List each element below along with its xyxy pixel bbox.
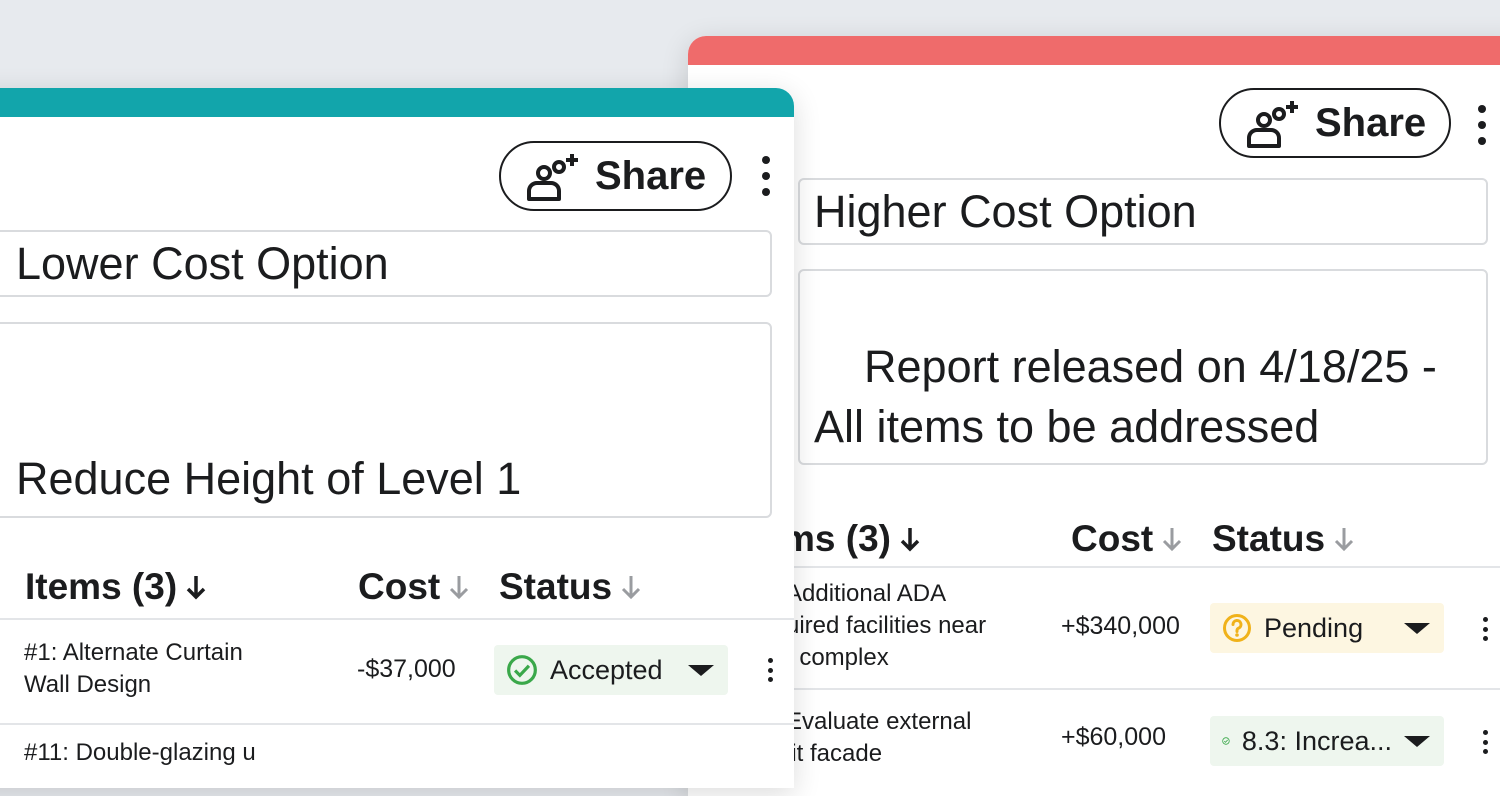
more-options-icon[interactable] bbox=[757, 156, 775, 196]
share-button[interactable]: Share bbox=[1219, 88, 1451, 158]
row-divider bbox=[0, 618, 794, 620]
scenario-description: Reduce Height of Level 1 Glazing Changes bbox=[16, 453, 522, 516]
sort-down-icon bbox=[1335, 528, 1354, 552]
scenario-title-input[interactable]: Lower Cost Option bbox=[0, 230, 772, 297]
column-header-items[interactable]: Items (3) bbox=[25, 566, 207, 608]
item-description: #1: Alternate Curtain Wall Design bbox=[24, 639, 243, 698]
scenario-card-higher-cost: Share Higher Cost Option Report released… bbox=[688, 36, 1500, 796]
cost-header-label: Cost bbox=[358, 566, 441, 607]
items-header-label: ms (3) bbox=[782, 518, 891, 559]
row-divider bbox=[688, 566, 1500, 568]
item-cost: -$37,000 bbox=[357, 655, 456, 683]
share-label: Share bbox=[595, 153, 707, 198]
column-header-status[interactable]: Status bbox=[499, 566, 642, 608]
cost-header-label: Cost bbox=[1071, 518, 1154, 559]
sort-down-icon bbox=[622, 576, 641, 600]
scenario-description-input[interactable]: Report released on 4/18/25 - All items t… bbox=[798, 269, 1488, 465]
scenario-title-input[interactable]: Higher Cost Option bbox=[798, 178, 1488, 245]
chevron-down-icon bbox=[1404, 735, 1430, 747]
row-more-options-icon[interactable] bbox=[1480, 617, 1490, 641]
column-header-items[interactable]: ms (3) bbox=[782, 518, 921, 560]
column-header-cost[interactable]: Cost bbox=[358, 566, 470, 608]
row-divider bbox=[0, 723, 794, 725]
scenario-description: Report released on 4/18/25 - All items t… bbox=[814, 341, 1437, 463]
row-more-options-icon[interactable] bbox=[1480, 730, 1490, 754]
scenario-card-lower-cost: Share Lower Cost Option Reduce Height of… bbox=[0, 88, 794, 788]
check-circle-icon bbox=[1222, 737, 1230, 745]
sort-down-icon bbox=[450, 576, 469, 600]
sort-down-icon bbox=[1163, 528, 1182, 552]
row-more-options-icon[interactable] bbox=[765, 658, 775, 682]
scenario-title: Higher Cost Option bbox=[814, 186, 1197, 237]
status-header-label: Status bbox=[1212, 518, 1326, 559]
status-label: Pending bbox=[1264, 612, 1364, 643]
item-cost: +$60,000 bbox=[1061, 723, 1166, 751]
card-accent-bar bbox=[0, 88, 794, 117]
sort-down-icon bbox=[900, 528, 920, 552]
sort-down-icon bbox=[186, 576, 206, 600]
status-header-label: Status bbox=[499, 566, 613, 607]
status-dropdown[interactable]: 8.3: Increa... bbox=[1210, 716, 1444, 766]
item-description: Additional ADA uired facilities near t c… bbox=[786, 580, 987, 671]
column-header-status[interactable]: Status bbox=[1212, 518, 1355, 560]
status-label: 8.3: Increa... bbox=[1241, 725, 1392, 756]
share-label: Share bbox=[1315, 100, 1427, 145]
question-circle-icon bbox=[1223, 614, 1251, 642]
card-accent-bar bbox=[688, 36, 1500, 65]
item-description: #11: Double-glazing u bbox=[24, 739, 256, 766]
status-dropdown[interactable]: Pending bbox=[1210, 603, 1444, 653]
chevron-down-icon bbox=[1404, 622, 1430, 634]
more-options-icon[interactable] bbox=[1473, 105, 1491, 145]
scenario-description-input[interactable]: Reduce Height of Level 1 Glazing Changes bbox=[0, 322, 772, 518]
check-circle-icon bbox=[507, 655, 537, 685]
add-people-icon bbox=[1245, 98, 1301, 148]
row-divider bbox=[688, 688, 1500, 690]
status-label: Accepted bbox=[550, 654, 663, 685]
status-dropdown[interactable]: Accepted bbox=[494, 645, 728, 695]
chevron-down-icon bbox=[688, 664, 714, 676]
item-description: Evaluate external lit facade bbox=[786, 708, 972, 767]
add-people-icon bbox=[525, 151, 581, 201]
item-cost: +$340,000 bbox=[1061, 612, 1180, 640]
scenario-title: Lower Cost Option bbox=[16, 238, 389, 289]
items-header-label: Items (3) bbox=[25, 566, 178, 607]
share-button[interactable]: Share bbox=[499, 141, 732, 211]
column-header-cost[interactable]: Cost bbox=[1071, 518, 1183, 560]
